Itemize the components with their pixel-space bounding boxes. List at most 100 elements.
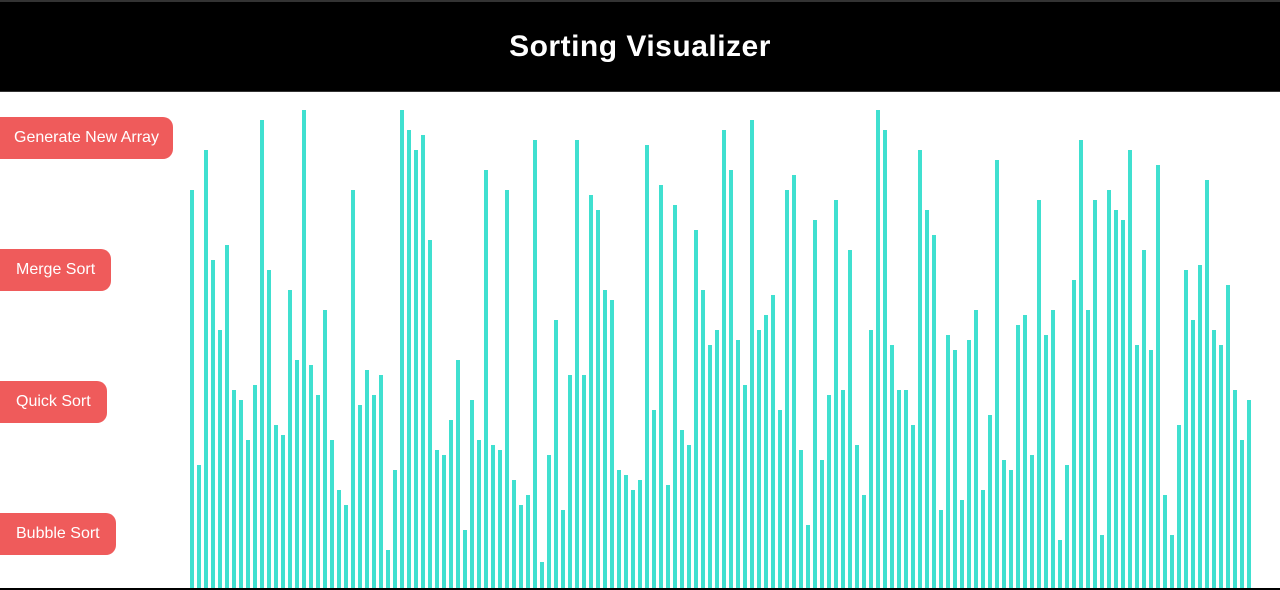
array-bar bbox=[470, 400, 474, 590]
array-bar bbox=[911, 425, 915, 590]
array-bar bbox=[435, 450, 439, 590]
array-bar bbox=[295, 360, 299, 590]
array-bar bbox=[267, 270, 271, 590]
array-bar bbox=[533, 140, 537, 590]
array-bar bbox=[841, 390, 845, 590]
array-bar bbox=[358, 405, 362, 590]
array-bar bbox=[463, 530, 467, 590]
array-bar bbox=[309, 365, 313, 590]
main: Generate New Array Merge Sort Quick Sort… bbox=[0, 92, 1280, 590]
array-bar bbox=[743, 385, 747, 590]
array-bar bbox=[1079, 140, 1083, 590]
array-bar bbox=[498, 450, 502, 590]
array-bar bbox=[1107, 190, 1111, 590]
array-bar bbox=[246, 440, 250, 590]
array-bar bbox=[337, 490, 341, 590]
array-bar bbox=[526, 495, 530, 590]
array-bar bbox=[260, 120, 264, 590]
array-bar bbox=[946, 335, 950, 590]
array-bar bbox=[211, 260, 215, 590]
array-bar bbox=[421, 135, 425, 590]
array-bar bbox=[1135, 345, 1139, 590]
array-bar bbox=[666, 485, 670, 590]
array-bar bbox=[316, 395, 320, 590]
array-bar bbox=[484, 170, 488, 590]
array-bar bbox=[1058, 540, 1062, 590]
array-bar bbox=[428, 240, 432, 590]
array-bar bbox=[239, 400, 243, 590]
array-bar bbox=[694, 230, 698, 590]
array-bar bbox=[883, 130, 887, 590]
array-bar bbox=[505, 190, 509, 590]
array-bar bbox=[645, 145, 649, 590]
array-bar bbox=[554, 320, 558, 590]
array-bar bbox=[1163, 495, 1167, 590]
array-bar bbox=[204, 150, 208, 590]
array-bar bbox=[330, 440, 334, 590]
array-bar bbox=[988, 415, 992, 590]
array-bar bbox=[1030, 455, 1034, 590]
page-title: Sorting Visualizer bbox=[509, 30, 771, 64]
array-bar bbox=[1093, 200, 1097, 590]
array-bar bbox=[351, 190, 355, 590]
array-bar bbox=[806, 525, 810, 590]
array-bar bbox=[1065, 465, 1069, 590]
array-bar bbox=[869, 330, 873, 590]
array-bar bbox=[995, 160, 999, 590]
array-bar bbox=[631, 490, 635, 590]
array-bar bbox=[1212, 330, 1216, 590]
array-bar bbox=[673, 205, 677, 590]
array-bar bbox=[344, 505, 348, 590]
bubble-sort-button[interactable]: Bubble Sort bbox=[0, 513, 116, 555]
array-bar bbox=[855, 445, 859, 590]
array-bar bbox=[1114, 210, 1118, 590]
array-bar bbox=[1156, 165, 1160, 590]
array-bar bbox=[708, 345, 712, 590]
array-bar bbox=[799, 450, 803, 590]
array-bar bbox=[1002, 460, 1006, 590]
array-bar bbox=[561, 510, 565, 590]
array-bar bbox=[225, 245, 229, 590]
array-bar bbox=[1086, 310, 1090, 590]
array-bar bbox=[218, 330, 222, 590]
array-bar bbox=[785, 190, 789, 590]
array-bar bbox=[680, 430, 684, 590]
array-bar bbox=[414, 150, 418, 590]
array-bar bbox=[1240, 440, 1244, 590]
array-bar bbox=[960, 500, 964, 590]
array-bar bbox=[477, 440, 481, 590]
array-bar bbox=[848, 250, 852, 590]
array-bar bbox=[1121, 220, 1125, 590]
array-bar bbox=[365, 370, 369, 590]
array-bar bbox=[953, 350, 957, 590]
array-bar bbox=[1184, 270, 1188, 590]
array-bar bbox=[1016, 325, 1020, 590]
array-bar bbox=[1191, 320, 1195, 590]
array-bar bbox=[701, 290, 705, 590]
array-bar bbox=[323, 310, 327, 590]
quick-sort-button[interactable]: Quick Sort bbox=[0, 381, 107, 423]
array-bar bbox=[876, 110, 880, 590]
array-bar bbox=[974, 310, 978, 590]
array-bar bbox=[715, 330, 719, 590]
array-bar bbox=[904, 390, 908, 590]
generate-new-array-button[interactable]: Generate New Array bbox=[0, 117, 173, 159]
array-bar bbox=[442, 455, 446, 590]
array-bar bbox=[1170, 535, 1174, 590]
array-bar bbox=[393, 470, 397, 590]
array-bar bbox=[1219, 345, 1223, 590]
array-bar bbox=[1205, 180, 1209, 590]
array-bar bbox=[736, 340, 740, 590]
array-bar bbox=[652, 410, 656, 590]
merge-sort-button[interactable]: Merge Sort bbox=[0, 249, 111, 291]
array-bar bbox=[890, 345, 894, 590]
array-bar bbox=[449, 420, 453, 590]
array-bar bbox=[1247, 400, 1251, 590]
array-bar bbox=[827, 395, 831, 590]
array-bar bbox=[519, 505, 523, 590]
bars-visualization bbox=[190, 110, 1280, 590]
array-bar bbox=[456, 360, 460, 590]
array-bar bbox=[1044, 335, 1048, 590]
array-bar bbox=[757, 330, 761, 590]
array-bar bbox=[288, 290, 292, 590]
